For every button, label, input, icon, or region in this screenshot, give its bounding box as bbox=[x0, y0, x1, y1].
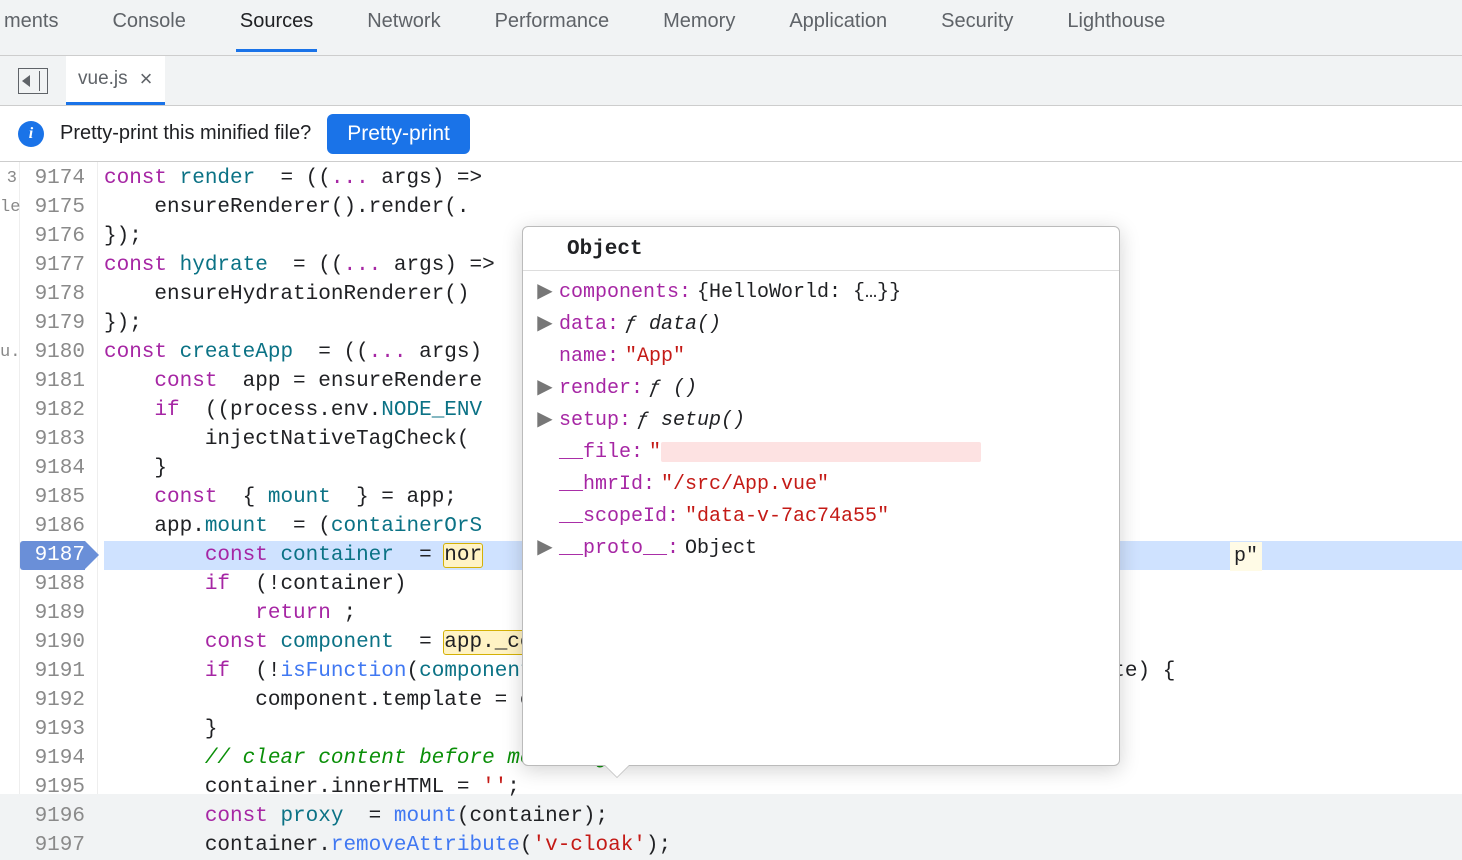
line-number[interactable]: 9174 bbox=[20, 164, 85, 193]
left-gutter: 3leu. bbox=[0, 162, 20, 794]
object-property[interactable]: __hmrId: "/src/App.vue" bbox=[537, 469, 1107, 501]
code-line[interactable]: const proxy = mount(container); bbox=[104, 802, 1462, 831]
property-key: components: bbox=[559, 277, 691, 309]
line-number[interactable]: 9178 bbox=[20, 280, 85, 309]
line-number[interactable]: 9193 bbox=[20, 715, 85, 744]
code-line[interactable]: container.removeAttribute('v-cloak'); bbox=[104, 831, 1462, 860]
tab-memory[interactable]: Memory bbox=[659, 10, 739, 49]
property-value: "/src/App.vue" bbox=[661, 469, 829, 501]
file-tab[interactable]: vue.js × bbox=[66, 56, 165, 105]
expand-icon[interactable]: ▶ bbox=[537, 373, 553, 405]
line-number[interactable]: 9181 bbox=[20, 367, 85, 396]
property-value: Object bbox=[685, 533, 757, 565]
code-line[interactable]: ensureRenderer().render(. bbox=[104, 193, 1462, 222]
property-key: data: bbox=[559, 309, 619, 341]
property-value: {HelloWorld: {…}} bbox=[697, 277, 901, 309]
info-icon: i bbox=[18, 121, 44, 147]
inline-value-hint: p" bbox=[1230, 542, 1262, 571]
object-property[interactable]: ▶data: ƒ data() bbox=[537, 309, 1107, 341]
property-value: ƒ setup() bbox=[637, 405, 745, 437]
line-number[interactable]: 9191 bbox=[20, 657, 85, 686]
navigator-toggle-icon[interactable] bbox=[18, 68, 48, 94]
line-number[interactable]: 9182 bbox=[20, 396, 85, 425]
code-line[interactable]: const render = ((... args) => bbox=[104, 164, 1462, 193]
expand-icon[interactable]: ▶ bbox=[537, 309, 553, 341]
line-number[interactable]: 9179 bbox=[20, 309, 85, 338]
property-key: __scopeId: bbox=[559, 501, 679, 533]
object-property[interactable]: ▶render: ƒ () bbox=[537, 373, 1107, 405]
line-number[interactable]: 9192 bbox=[20, 686, 85, 715]
pretty-print-message: Pretty-print this minified file? bbox=[60, 122, 311, 145]
tab-network[interactable]: Network bbox=[363, 10, 444, 49]
tab-lighthouse[interactable]: Lighthouse bbox=[1063, 10, 1169, 49]
tab-console[interactable]: Console bbox=[108, 10, 189, 49]
code-line[interactable]: container.innerHTML = ''; bbox=[104, 773, 1462, 802]
line-number[interactable]: 9180 bbox=[20, 338, 85, 367]
pretty-print-bar: i Pretty-print this minified file? Prett… bbox=[0, 106, 1462, 162]
object-property[interactable]: ▶components: {HelloWorld: {…}} bbox=[537, 277, 1107, 309]
tab-ments[interactable]: ments bbox=[0, 10, 62, 49]
line-number[interactable]: 9190 bbox=[20, 628, 85, 657]
property-key: __hmrId: bbox=[559, 469, 655, 501]
line-number[interactable]: 9194 bbox=[20, 744, 85, 773]
property-key: __proto__: bbox=[559, 533, 679, 565]
object-property[interactable]: ▶__proto__: Object bbox=[537, 533, 1107, 565]
property-key: name: bbox=[559, 341, 619, 373]
popup-title: Object bbox=[523, 227, 1119, 271]
object-inspector-popup[interactable]: Object ▶components: {HelloWorld: {…}}▶da… bbox=[522, 226, 1120, 766]
close-icon[interactable]: × bbox=[140, 68, 153, 90]
line-number[interactable]: 9196 bbox=[20, 802, 85, 831]
property-key: setup: bbox=[559, 405, 631, 437]
line-number-gutter[interactable]: 9174917591769177917891799180918191829183… bbox=[20, 162, 98, 794]
line-number[interactable]: 9187 bbox=[20, 541, 85, 570]
property-value: ƒ data() bbox=[625, 309, 721, 341]
line-number[interactable]: 9189 bbox=[20, 599, 85, 628]
expand-icon[interactable]: ▶ bbox=[537, 277, 553, 309]
tab-security[interactable]: Security bbox=[937, 10, 1017, 49]
object-property[interactable]: name: "App" bbox=[537, 341, 1107, 373]
file-tab-bar: vue.js × bbox=[0, 56, 1462, 106]
property-key: __file: bbox=[559, 437, 643, 469]
expand-icon[interactable]: ▶ bbox=[537, 533, 553, 565]
tab-performance[interactable]: Performance bbox=[491, 10, 614, 49]
property-value: ƒ () bbox=[649, 373, 697, 405]
popup-body: ▶components: {HelloWorld: {…}}▶data: ƒ d… bbox=[523, 271, 1119, 765]
line-number[interactable]: 9186 bbox=[20, 512, 85, 541]
line-number[interactable]: 9185 bbox=[20, 483, 85, 512]
line-number[interactable]: 9195 bbox=[20, 773, 85, 802]
object-property[interactable]: ▶setup: ƒ setup() bbox=[537, 405, 1107, 437]
line-number[interactable]: 9188 bbox=[20, 570, 85, 599]
pretty-print-button[interactable]: Pretty-print bbox=[327, 114, 470, 154]
tab-application[interactable]: Application bbox=[785, 10, 891, 49]
file-tab-name: vue.js bbox=[78, 68, 128, 90]
property-value: "App" bbox=[625, 341, 685, 373]
devtools-tabs: ments Console Sources Network Performance Mem… bbox=[0, 0, 1462, 56]
code-editor[interactable]: 3leu. 9174917591769177917891799180918191… bbox=[0, 162, 1462, 794]
line-number[interactable]: 9177 bbox=[20, 251, 85, 280]
line-number[interactable]: 9184 bbox=[20, 454, 85, 483]
property-key: render: bbox=[559, 373, 643, 405]
property-value: " bbox=[649, 437, 981, 469]
tab-sources[interactable]: Sources bbox=[236, 10, 317, 52]
property-value: "data-v-7ac74a55" bbox=[685, 501, 889, 533]
line-number[interactable]: 9183 bbox=[20, 425, 85, 454]
object-property[interactable]: __scopeId: "data-v-7ac74a55" bbox=[537, 501, 1107, 533]
object-property[interactable]: __file: " bbox=[537, 437, 1107, 469]
expand-icon[interactable]: ▶ bbox=[537, 405, 553, 437]
line-number[interactable]: 9175 bbox=[20, 193, 85, 222]
line-number[interactable]: 9197 bbox=[20, 831, 85, 860]
line-number[interactable]: 9176 bbox=[20, 222, 85, 251]
